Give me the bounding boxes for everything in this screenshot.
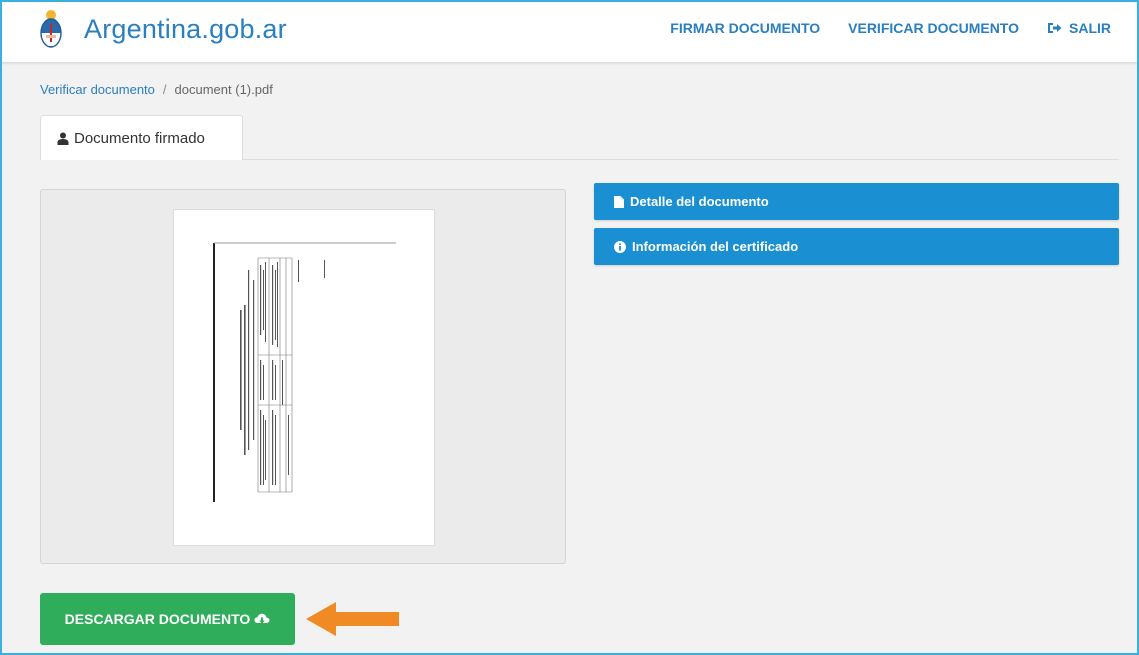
cloud-download-icon	[254, 613, 270, 626]
descargar-documento-button[interactable]: DESCARGAR DOCUMENTO	[40, 593, 295, 645]
nav-salir[interactable]: SALIR	[1047, 20, 1111, 36]
annotation-arrow-icon	[306, 602, 399, 636]
pdf-page-content	[213, 242, 396, 502]
info-circle-icon	[614, 240, 626, 253]
sign-out-icon	[1047, 22, 1062, 34]
brand-name: Argentina.gob.ar	[84, 13, 287, 44]
breadcrumb: Verificar documento / document (1).pdf	[40, 82, 273, 97]
descargar-documento-label: DESCARGAR DOCUMENTO	[64, 611, 251, 627]
pdf-page-thumbnail[interactable]	[173, 209, 435, 546]
panel-detalle-label: Detalle del documento	[630, 194, 769, 209]
brand[interactable]: Argentina.gob.ar	[40, 6, 287, 52]
tab-label: Documento firmado	[74, 129, 205, 147]
document-preview	[40, 189, 566, 564]
top-nav: FIRMAR DOCUMENTO VERIFICAR DOCUMENTO SAL…	[642, 20, 1111, 36]
breadcrumb-current: document (1).pdf	[174, 82, 273, 97]
file-icon	[614, 195, 624, 208]
user-icon	[57, 132, 69, 145]
panel-detalle-documento[interactable]: Detalle del documento	[594, 183, 1119, 220]
top-header: Argentina.gob.ar FIRMAR DOCUMENTO VERIFI…	[0, 0, 1139, 63]
panel-informacion-certificado[interactable]: Información del certificado	[594, 228, 1119, 265]
panel-informacion-label: Información del certificado	[632, 239, 799, 254]
tab-documento-firmado[interactable]: Documento firmado	[40, 115, 243, 160]
breadcrumb-separator: /	[162, 82, 167, 97]
breadcrumb-link-verificar[interactable]: Verificar documento	[40, 82, 155, 97]
nav-salir-label: SALIR	[1069, 20, 1111, 36]
nav-firmar-documento[interactable]: FIRMAR DOCUMENTO	[670, 20, 820, 36]
nav-verificar-documento[interactable]: VERIFICAR DOCUMENTO	[848, 20, 1019, 36]
coat-of-arms-icon	[40, 10, 62, 48]
